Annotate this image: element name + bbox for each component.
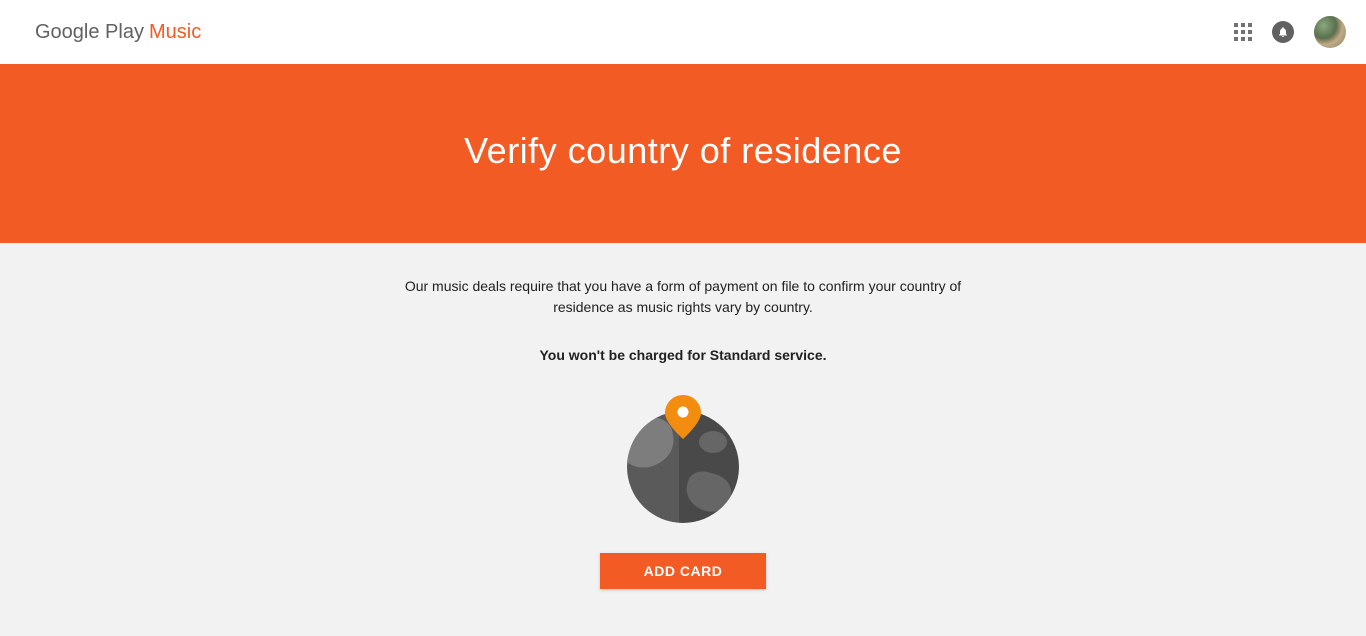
emphasis-text: You won't be charged for Standard servic… (0, 347, 1366, 363)
main-content: Our music deals require that you have a … (0, 243, 1366, 589)
description-text: Our music deals require that you have a … (393, 276, 973, 318)
globe-wrap (627, 411, 739, 523)
notifications-icon[interactable] (1272, 21, 1294, 43)
app-header: Google Play Music (0, 0, 1366, 64)
add-card-button[interactable]: ADD CARD (600, 553, 767, 589)
location-pin-icon (665, 395, 701, 439)
hero-banner: Verify country of residence (0, 64, 1366, 243)
apps-grid-icon[interactable] (1234, 23, 1252, 41)
logo-text-google-play: Google Play (35, 21, 144, 44)
user-avatar[interactable] (1314, 16, 1346, 48)
location-illustration (0, 395, 1366, 530)
header-actions (1234, 16, 1346, 48)
page-title: Verify country of residence (464, 130, 902, 172)
app-logo[interactable]: Google Play Music (35, 21, 201, 44)
logo-text-music: Music (149, 21, 201, 44)
